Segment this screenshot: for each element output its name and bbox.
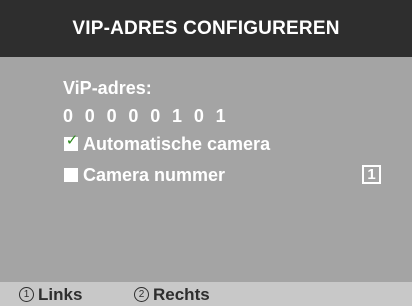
vip-config-screen: VIP-ADRES CONFIGUREREN ViP-adres: 0 0 0 … xyxy=(0,0,412,306)
camera-number-checkbox[interactable] xyxy=(64,168,78,182)
vip-address-value[interactable]: 0 0 0 0 0 1 0 1 xyxy=(63,106,229,127)
auto-camera-label: Automatische camera xyxy=(83,134,271,154)
left-label: Links xyxy=(38,285,83,304)
key-1-icon: 1 xyxy=(19,287,34,302)
camera-number-label: Camera nummer xyxy=(83,165,226,185)
key-2-icon: 2 xyxy=(134,287,149,302)
page-title: VIP-ADRES CONFIGUREREN xyxy=(0,0,412,57)
camera-number-option[interactable]: Camera nummer 1 xyxy=(63,165,381,187)
vip-address-label: ViP-adres: xyxy=(63,78,152,98)
footer-bar: 1 Links 2 Rechts xyxy=(0,282,412,306)
camera-number-field[interactable]: 1 xyxy=(362,165,381,184)
right-label: Rechts xyxy=(153,285,210,304)
auto-camera-checkbox[interactable]: ✓ xyxy=(64,133,78,151)
checkmark-icon: ✓ xyxy=(65,131,79,149)
